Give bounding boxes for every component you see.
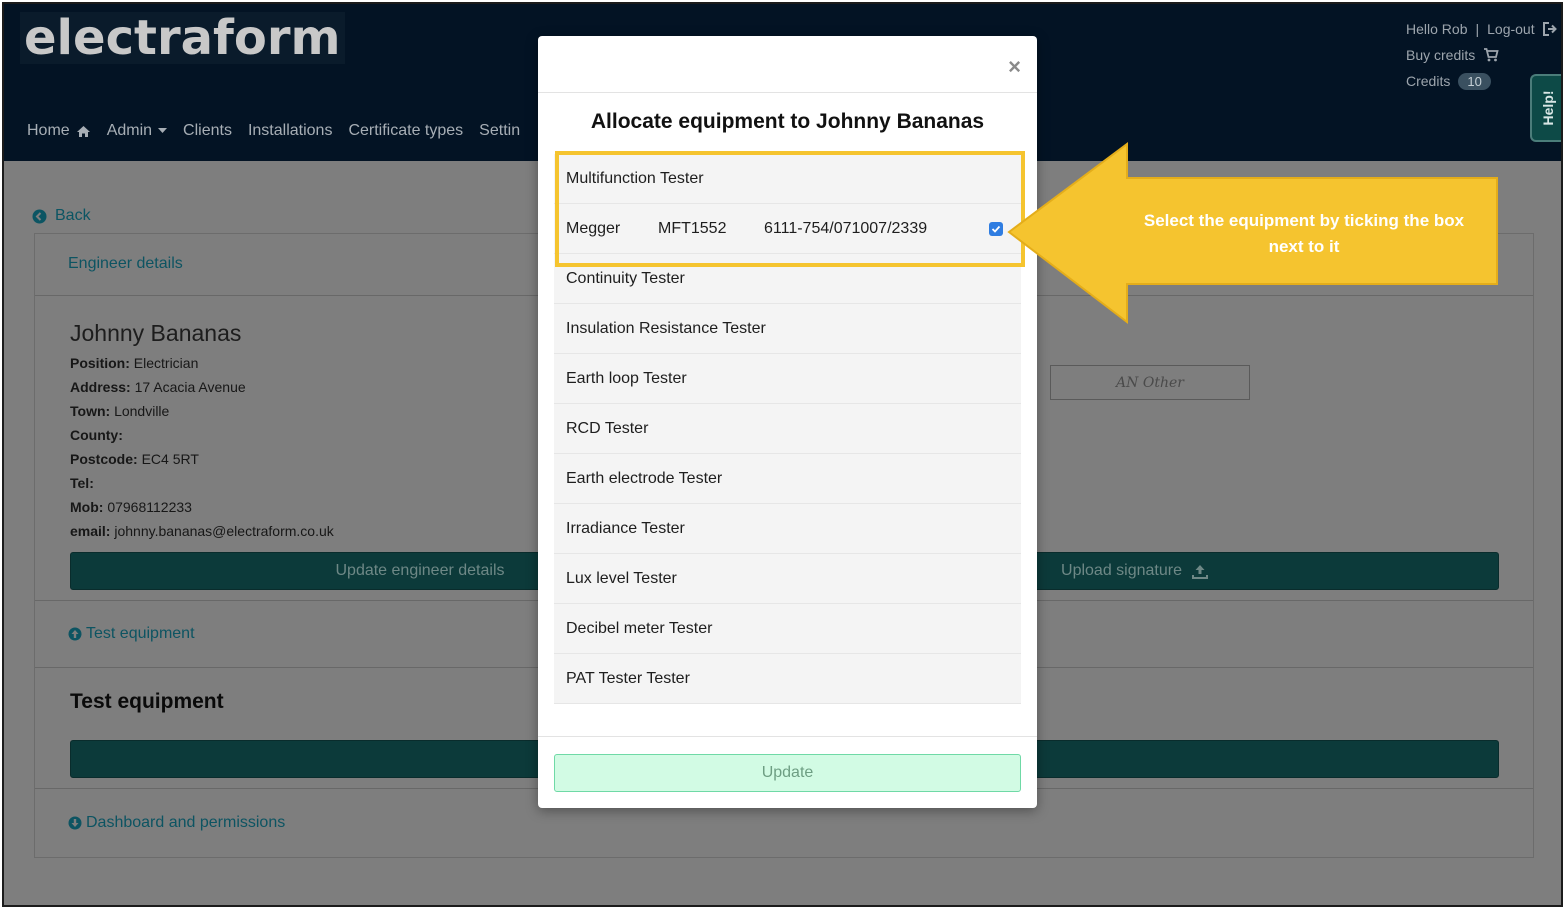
callout-text: Select the equipment by ticking the box … — [1143, 211, 1465, 256]
app-window: electraform Hello Rob | Log-out Buy cred… — [2, 2, 1563, 907]
electraform-logo[interactable]: electraform — [20, 12, 345, 64]
equipment-category: Earth electrode Tester — [554, 454, 1021, 504]
credits-badge: 10 — [1458, 72, 1491, 90]
field-county: County: — [70, 427, 123, 443]
field-postcode: Postcode: EC4 5RT — [70, 451, 199, 467]
upload-icon — [1191, 564, 1208, 579]
greeting-text: Hello Rob — [1406, 21, 1468, 37]
modal-title: Allocate equipment to Johnny Bananas — [590, 110, 985, 133]
main-nav: Home Admin Clients Installations Certifi… — [27, 122, 520, 140]
field-email: email: johnny.bananas@electraform.co.uk — [70, 523, 334, 539]
equipment-category: Earth loop Tester — [554, 354, 1021, 404]
field-position: Position: Electrician — [70, 355, 199, 371]
credits-label: Credits — [1406, 73, 1451, 89]
field-tel: Tel: — [70, 475, 94, 491]
back-link[interactable]: Back — [32, 207, 91, 225]
update-engineer-label: Update engineer details — [335, 562, 505, 579]
arrow-up-circle-icon — [68, 627, 82, 641]
equipment-category: Lux level Tester — [554, 554, 1021, 604]
category-label: Decibel meter Tester — [566, 619, 713, 637]
nav-clients[interactable]: Clients — [183, 122, 232, 140]
field-town: Town: Londville — [70, 403, 170, 419]
nav-installations[interactable]: Installations — [248, 122, 333, 140]
equipment-category: RCD Tester — [554, 404, 1021, 454]
engineer-details-link[interactable]: Engineer details — [68, 255, 183, 273]
logout-link[interactable]: Log-out — [1487, 16, 1534, 42]
category-label: Lux level Tester — [566, 569, 677, 587]
signature-image: AN Other — [1050, 365, 1250, 400]
home-icon — [76, 125, 90, 137]
category-label: Earth electrode Tester — [566, 469, 723, 487]
modal-footer: Update — [538, 736, 1037, 808]
equipment-category: PAT Tester Tester — [554, 654, 1021, 704]
category-label: Continuity Tester — [566, 269, 685, 287]
upload-signature-label: Upload signature — [1061, 562, 1182, 579]
separator: | — [1475, 21, 1480, 37]
test-equipment-heading: Test equipment — [70, 690, 224, 713]
back-circle-icon — [32, 209, 47, 223]
category-label: RCD Tester — [566, 419, 649, 437]
field-address: Address: 17 Acacia Avenue — [70, 379, 246, 395]
nav-home-label: Home — [27, 122, 70, 139]
arrow-down-circle-icon — [68, 816, 82, 830]
nav-certificate-types[interactable]: Certificate types — [348, 122, 463, 140]
equipment-category: Insulation Resistance Tester — [554, 304, 1021, 354]
dashboard-permissions-label: Dashboard and permissions — [86, 814, 286, 831]
caret-down-icon — [158, 128, 168, 133]
engineer-name: Johnny Bananas — [70, 320, 242, 346]
modal-header: × — [538, 36, 1037, 93]
dashboard-permissions-link[interactable]: Dashboard and permissions — [68, 814, 285, 832]
nav-home[interactable]: Home — [27, 122, 91, 140]
help-label: Help! — [1540, 90, 1556, 126]
category-label: PAT Tester Tester — [566, 669, 690, 687]
engineer-fields: Position: Electrician Address: 17 Acacia… — [70, 351, 334, 543]
cart-icon[interactable] — [1483, 48, 1499, 62]
test-equipment-label: Test equipment — [86, 625, 195, 642]
equipment-category: Irradiance Tester — [554, 504, 1021, 554]
selection-highlight — [555, 151, 1025, 267]
category-label: Irradiance Tester — [566, 519, 685, 537]
close-icon[interactable]: × — [1008, 54, 1021, 80]
help-tab[interactable]: Help! — [1530, 74, 1561, 142]
back-label: Back — [55, 207, 91, 224]
field-mob: Mob: 07968112233 — [70, 499, 192, 515]
buy-credits-link[interactable]: Buy credits — [1406, 42, 1475, 68]
nav-settings[interactable]: Settin — [479, 122, 520, 140]
logout-icon[interactable] — [1542, 22, 1558, 36]
category-label: Earth loop Tester — [566, 369, 687, 387]
equipment-category: Decibel meter Tester — [554, 604, 1021, 654]
update-button[interactable]: Update — [554, 754, 1021, 792]
category-label: Insulation Resistance Tester — [566, 319, 766, 337]
nav-admin[interactable]: Admin — [106, 122, 168, 140]
nav-admin-label: Admin — [106, 122, 153, 139]
test-equipment-link[interactable]: Test equipment — [68, 625, 195, 643]
